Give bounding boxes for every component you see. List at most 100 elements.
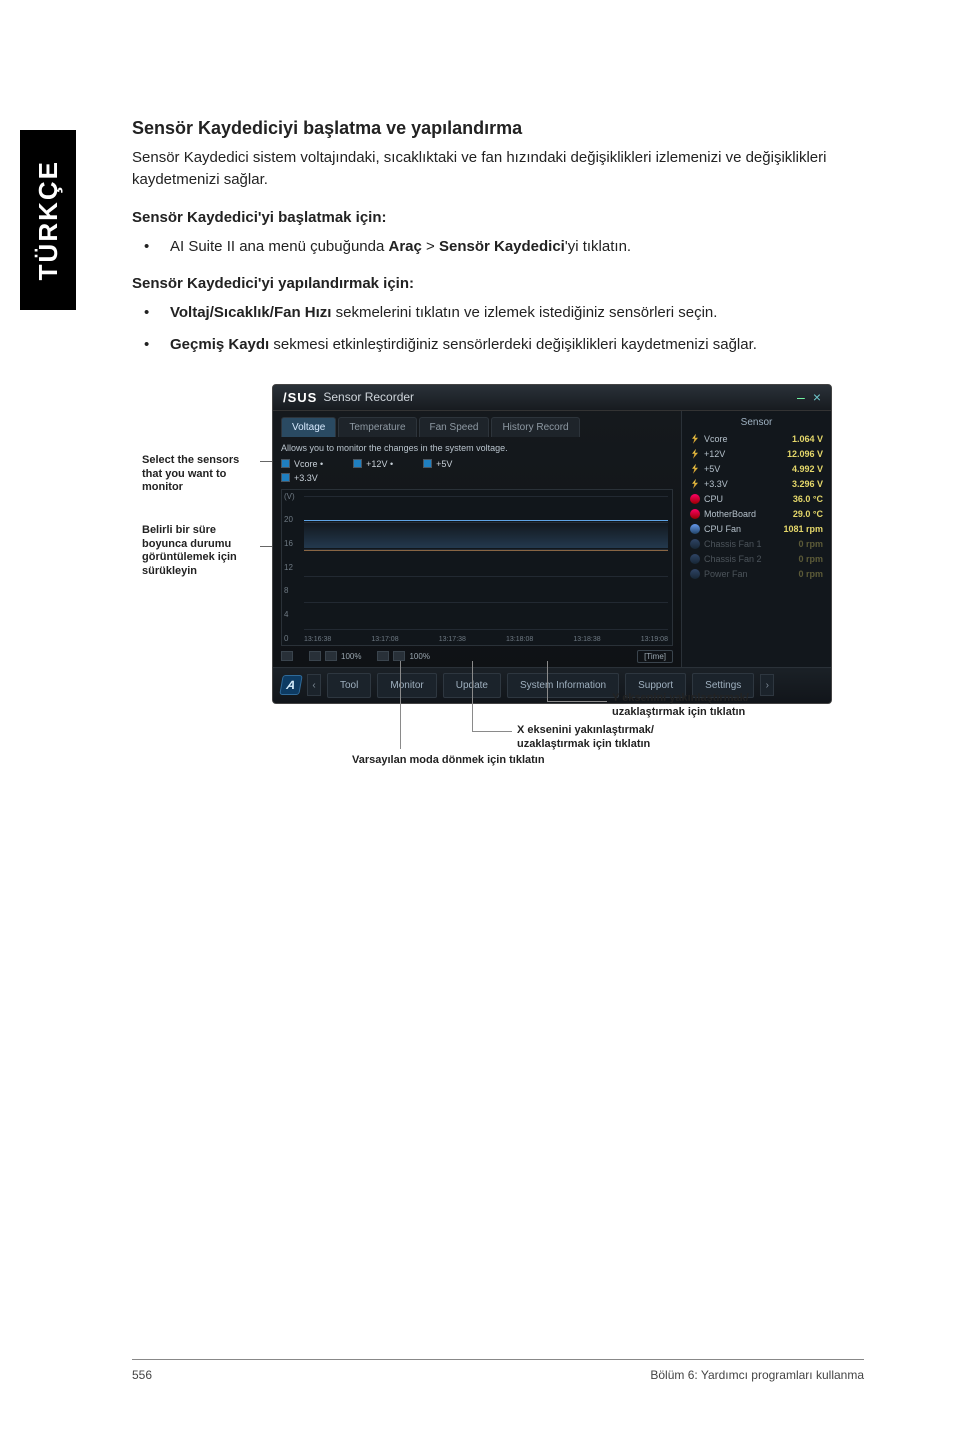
- voltage-chart[interactable]: (V) 20 16 12 8 4 0: [281, 489, 673, 646]
- chart-x-labels: 13:16:38 13:17:08 13:17:38 13:18:08 13:1…: [304, 636, 668, 643]
- callout-x-zoom: X eksenini yakınlaştırmak/ uzaklaştırmak…: [517, 724, 677, 752]
- sensor-value: 0 rpm: [798, 569, 823, 579]
- check-vcore[interactable]: Vcore •: [281, 459, 323, 469]
- sensor-row: Chassis Fan 1 0 rpm: [690, 539, 823, 549]
- ylabel: 0: [284, 634, 302, 643]
- window-body: Voltage Temperature Fan Speed History Re…: [273, 411, 831, 667]
- xlabel: 13:18:08: [506, 636, 533, 643]
- x-zoom-out-button[interactable]: [309, 651, 321, 661]
- sensor-row: CPU36.0 °C: [690, 494, 823, 504]
- sensor-value: 4.992 V: [792, 464, 823, 474]
- config-bullet-1: Voltaj/Sıcaklık/Fan Hızı sekmelerini tık…: [132, 302, 864, 324]
- tab-description: Allows you to monitor the changes in the…: [281, 443, 673, 453]
- checkbox-label: +5V: [436, 459, 452, 469]
- callout-line: [400, 661, 401, 749]
- callout-default-mode: Varsayılan moda dönmek için tıklatın: [352, 754, 545, 768]
- ylabel: 4: [284, 610, 302, 619]
- check-12v[interactable]: +12V •: [353, 459, 393, 469]
- sensor-name: CPU Fan: [704, 524, 741, 534]
- window-controls: – ×: [797, 389, 821, 405]
- tab-bar: Voltage Temperature Fan Speed History Re…: [281, 417, 673, 437]
- sensor-name: MotherBoard: [704, 509, 756, 519]
- sensor-check-row: Vcore • +12V • +5V: [281, 459, 673, 469]
- toolbar-monitor-button[interactable]: Monitor: [377, 673, 436, 698]
- callout-select-sensors: Select the sensors that you want to moni…: [142, 454, 262, 495]
- tab-voltage[interactable]: Voltage: [281, 417, 336, 437]
- language-side-tab: TÜRKÇE: [20, 130, 76, 310]
- sensor-name: Chassis Fan 2: [704, 554, 762, 564]
- toolbar-prev-button[interactable]: ‹: [307, 674, 321, 696]
- screenshot-figure: Select the sensors that you want to moni…: [142, 384, 862, 824]
- bolt-icon: [690, 449, 700, 459]
- x-zoom-group: 100%: [309, 651, 361, 661]
- xlabel: 13:17:38: [439, 636, 466, 643]
- sensor-row: +12V 12.096 V: [690, 449, 823, 459]
- zoom-bar: 100% 100% [Time]: [281, 650, 673, 663]
- section-intro: Sensör Kaydedici sistem voltajındaki, sı…: [132, 147, 864, 191]
- launch-bullet: AI Suite II ana menü çubuğunda Araç > Se…: [132, 236, 864, 258]
- brand-logo: /SUS: [283, 390, 317, 405]
- ylabel: 8: [284, 586, 302, 595]
- temp-icon: [690, 509, 700, 519]
- page-number: 556: [132, 1368, 152, 1382]
- y-zoom-in-button[interactable]: [393, 651, 405, 661]
- sensor-row: Chassis Fan 2 0 rpm: [690, 554, 823, 564]
- sensor-name: +12V: [704, 449, 725, 459]
- toolbar-tool-button[interactable]: Tool: [327, 673, 371, 698]
- section-title: Sensör Kaydediciyi başlatma ve yapılandı…: [132, 118, 864, 139]
- ai-suite-logo-icon[interactable]: A: [279, 675, 303, 695]
- menu-path-tool: Araç: [389, 238, 422, 255]
- reset-zoom-button[interactable]: [281, 651, 293, 661]
- sensor-name: Chassis Fan 1: [704, 539, 762, 549]
- menu-path-item: Sensör Kaydedici: [439, 238, 565, 255]
- checkbox-label: +3.3V: [294, 473, 318, 483]
- ylabel: (V): [284, 492, 302, 501]
- window-title-left: /SUS Sensor Recorder: [283, 390, 414, 405]
- tab-history-record[interactable]: History Record: [491, 417, 579, 437]
- sensor-name: +3.3V: [704, 479, 728, 489]
- callout-line: [472, 661, 473, 731]
- config-heading: Sensör Kaydedici'yi yapılandırmak için:: [132, 275, 864, 292]
- close-button[interactable]: ×: [813, 389, 821, 405]
- tab-temperature[interactable]: Temperature: [338, 417, 416, 437]
- sensor-row: MotherBoard 29.0 °C: [690, 509, 823, 519]
- check-5v[interactable]: +5V: [423, 459, 452, 469]
- sensor-row: +5V4.992 V: [690, 464, 823, 474]
- toolbar-sysinfo-button[interactable]: System Information: [507, 673, 619, 698]
- bolt-icon: [690, 434, 700, 444]
- sensor-value: 1.064 V: [792, 434, 823, 444]
- check-3v3[interactable]: +3.3V: [281, 473, 318, 483]
- tab-fan-speed[interactable]: Fan Speed: [419, 417, 490, 437]
- y-zoom-out-button[interactable]: [377, 651, 389, 661]
- sensor-value: 0 rpm: [798, 554, 823, 564]
- sensor-row: CPU Fan1081 rpm: [690, 524, 823, 534]
- sensor-value: 12.096 V: [787, 449, 823, 459]
- sensor-value: 36.0 °C: [793, 494, 823, 504]
- ylabel: 20: [284, 515, 302, 524]
- checkbox-icon: [353, 459, 362, 468]
- text: sekmelerini tıklatın ve izlemek istediği…: [331, 304, 717, 321]
- sensor-value: 0 rpm: [798, 539, 823, 549]
- sensor-row: Power Fan 0 rpm: [690, 569, 823, 579]
- sensor-name: Power Fan: [704, 569, 748, 579]
- fan-icon: [690, 569, 700, 579]
- y-zoom-value: 100%: [409, 652, 429, 661]
- x-zoom-value: 100%: [341, 652, 361, 661]
- text: >: [422, 238, 439, 255]
- fan-icon: [690, 539, 700, 549]
- checkbox-icon: [281, 473, 290, 482]
- callout-y-zoom: Y eksenini yakınlaştırmak/ uzaklaştırmak…: [612, 692, 822, 720]
- text: sekmesi etkinleştirdiğiniz sensörlerdeki…: [269, 336, 757, 353]
- minimize-button[interactable]: –: [797, 389, 805, 405]
- x-zoom-in-button[interactable]: [325, 651, 337, 661]
- text: 'yi tıklatın.: [565, 238, 631, 255]
- left-pane: Voltage Temperature Fan Speed History Re…: [273, 411, 681, 667]
- sensor-value: 29.0 °C: [793, 509, 823, 519]
- checkbox-label: Vcore •: [294, 459, 323, 469]
- chart-y-labels: (V) 20 16 12 8 4 0: [284, 492, 302, 643]
- sensor-check-row-2: +3.3V: [281, 473, 673, 483]
- temp-icon: [690, 494, 700, 504]
- bolt-icon: [690, 464, 700, 474]
- window-title-text: Sensor Recorder: [323, 390, 414, 404]
- fan-icon: [690, 524, 700, 534]
